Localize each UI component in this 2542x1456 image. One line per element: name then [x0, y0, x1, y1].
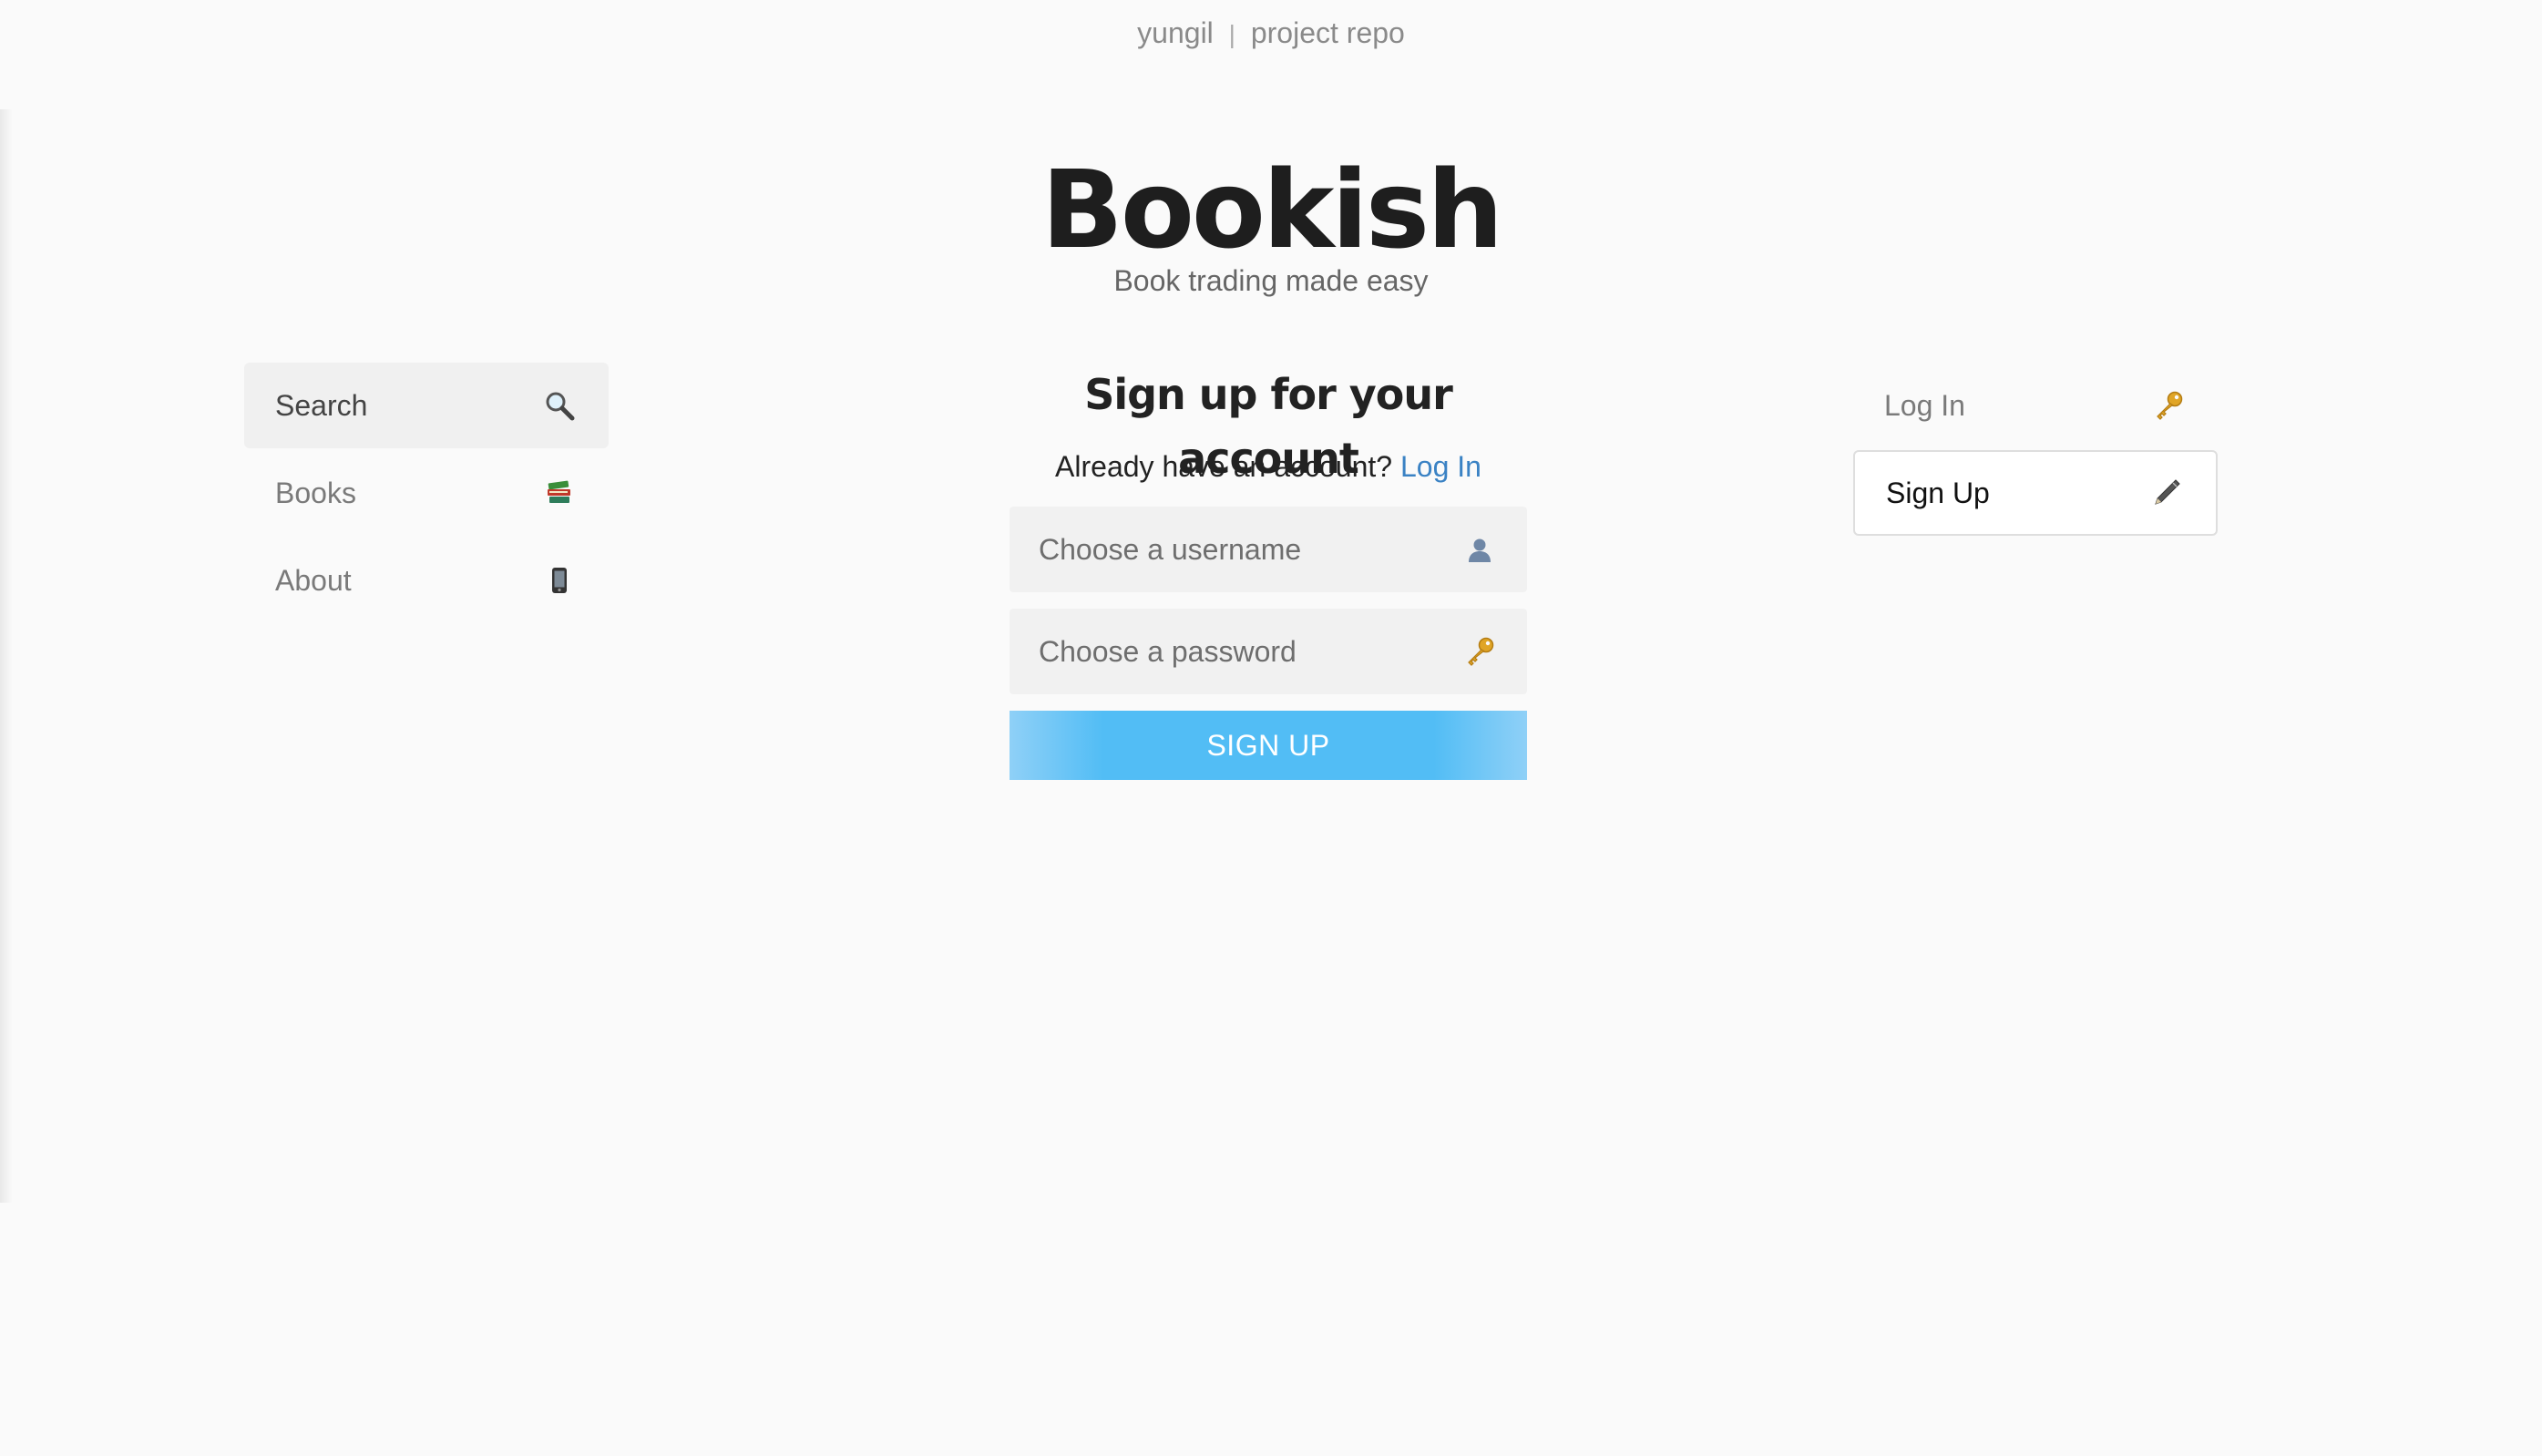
login-prompt: Already have an account? Log In [1010, 446, 1527, 487]
login-link[interactable]: Log In [1400, 450, 1481, 483]
books-icon [541, 475, 578, 511]
magnifier-icon [541, 387, 578, 424]
nav-item-label: Sign Up [1886, 476, 1990, 509]
brand-tagline: Book trading made easy [1113, 264, 1429, 297]
nav-item-label: Log In [1884, 388, 1965, 422]
repo-header: yungil | project repo [0, 16, 2542, 50]
login-prompt-text: Already have an account? [1055, 450, 1393, 483]
brand-title: Bookish [1040, 147, 1503, 272]
nav-item-about[interactable]: About [244, 538, 609, 623]
signup-form: Sign up for your account Already have an… [1010, 355, 1527, 780]
nav-item-label: Search [275, 388, 368, 422]
repo-user-link[interactable]: yungil [1137, 16, 1214, 49]
left-nav: Search Books About [244, 363, 609, 625]
repo-project-link[interactable]: project repo [1251, 16, 1405, 49]
form-title: Sign up for your account [1084, 370, 1453, 483]
nav-item-label: About [275, 563, 352, 597]
nav-item-signup[interactable]: Sign Up [1853, 450, 2218, 536]
pen-icon [2148, 475, 2185, 511]
phone-icon [541, 562, 578, 599]
username-field-wrapper [1010, 507, 1527, 592]
key-icon [2150, 387, 2187, 424]
nav-item-books[interactable]: Books [244, 450, 609, 536]
password-field-wrapper [1010, 609, 1527, 694]
nav-item-search[interactable]: Search [244, 363, 609, 448]
user-icon [1461, 531, 1498, 568]
username-input[interactable] [1039, 532, 1461, 567]
password-input[interactable] [1039, 634, 1461, 669]
nav-item-label: Books [275, 476, 356, 509]
nav-item-login[interactable]: Log In [1853, 363, 2218, 448]
repo-separator: | [1228, 20, 1235, 48]
key-icon [1461, 633, 1498, 670]
right-nav: Log In Sign Up [1853, 363, 2218, 538]
signup-submit-button[interactable]: SIGN UP [1010, 711, 1527, 780]
